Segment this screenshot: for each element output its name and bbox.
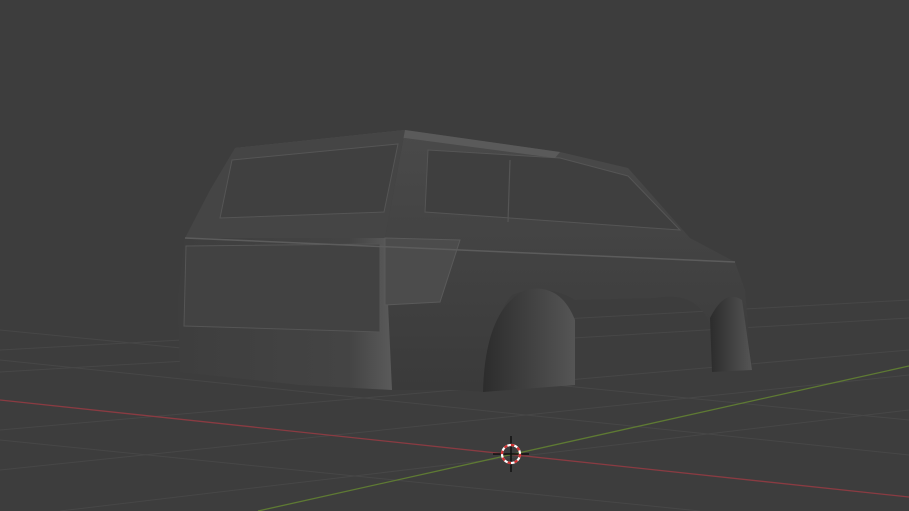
rear-panel	[183, 243, 381, 333]
x-axis-line	[0, 399, 909, 498]
3d-viewport[interactable]	[0, 0, 909, 511]
viewport-canvas[interactable]	[0, 0, 909, 511]
car-body-model[interactable]	[178, 130, 752, 392]
3d-cursor-icon[interactable]	[493, 436, 529, 472]
